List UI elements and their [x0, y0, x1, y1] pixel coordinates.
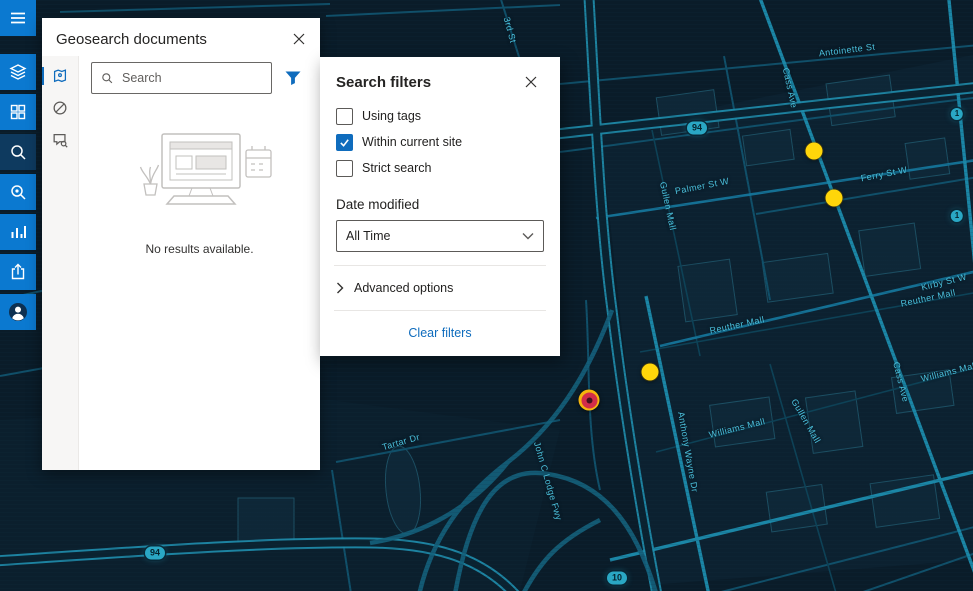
checkbox-strict-search[interactable]: Strict search [336, 155, 544, 181]
share-icon [8, 262, 28, 282]
checkbox-label: Using tags [362, 109, 421, 123]
user-avatar-icon [7, 301, 29, 323]
app-rail [0, 0, 36, 330]
rail-stack [0, 54, 36, 330]
search-field-wrap [91, 62, 272, 94]
apps-grid-button[interactable] [0, 94, 36, 130]
filter-funnel-icon [283, 68, 303, 88]
geosearch-body: No results available. [42, 56, 320, 470]
divider [334, 310, 546, 311]
close-icon [293, 33, 305, 45]
bar-chart-icon [8, 222, 28, 242]
checkmark-icon [339, 137, 350, 148]
checkbox-using-tags[interactable]: Using tags [336, 103, 544, 129]
geosearch-toolbar [42, 56, 79, 470]
date-modified-dropdown[interactable]: All Time [336, 220, 544, 252]
search-filters-panel: Search filters Using tags Within current… [320, 57, 560, 356]
filters-header: Search filters [336, 69, 544, 95]
filters-title: Search filters [336, 74, 431, 91]
clear-filters-button[interactable]: Clear filters [402, 324, 477, 342]
geosearch-icon [8, 182, 28, 202]
checkbox-box [336, 134, 353, 151]
apps-grid-icon [8, 102, 28, 122]
menu-icon [8, 8, 28, 28]
layers-icon [8, 62, 28, 82]
chevron-down-icon [522, 232, 534, 240]
panel-title: Geosearch documents [56, 31, 207, 48]
menu-button[interactable] [0, 0, 36, 36]
checkbox-label: Strict search [362, 161, 431, 175]
empty-state-illustration [124, 124, 276, 220]
profile-button[interactable] [0, 294, 36, 330]
search-tool-button[interactable] [0, 134, 36, 170]
dropdown-value: All Time [346, 229, 390, 243]
checkbox-box [336, 108, 353, 125]
map-marker-selected[interactable] [579, 390, 600, 411]
checkbox-within-current-site[interactable]: Within current site [336, 129, 544, 155]
map-marker[interactable] [826, 190, 843, 207]
advanced-options-label: Advanced options [354, 281, 453, 295]
comment-search-button[interactable] [42, 124, 78, 156]
advanced-options-toggle[interactable]: Advanced options [336, 279, 453, 297]
search-icon [8, 142, 28, 162]
empty-state-message: No results available. [145, 242, 253, 256]
empty-state: No results available. [91, 94, 308, 460]
app-window: 3rd StAntoinette StCass AvePalmer St WFe… [0, 0, 973, 591]
geosearch-main: No results available. [79, 56, 320, 470]
search-icon [100, 71, 114, 85]
map-results-icon [51, 67, 69, 85]
geosearch-tool-button[interactable] [0, 174, 36, 210]
divider [334, 265, 546, 266]
checkbox-label: Within current site [362, 135, 462, 149]
comment-search-icon [51, 131, 69, 149]
filter-button[interactable] [278, 63, 308, 93]
share-button[interactable] [0, 254, 36, 290]
close-icon [525, 76, 537, 88]
search-input[interactable] [120, 70, 263, 86]
layers-button[interactable] [0, 54, 36, 90]
map-results-button[interactable] [42, 60, 78, 92]
checkbox-box [336, 160, 353, 177]
map-marker[interactable] [806, 143, 823, 160]
chevron-right-icon [336, 282, 344, 294]
geosearch-panel: Geosearch documents [42, 18, 320, 470]
filters-close-button[interactable] [518, 69, 544, 95]
hide-results-button[interactable] [42, 92, 78, 124]
date-modified-label: Date modified [336, 197, 544, 212]
map-marker[interactable] [642, 364, 659, 381]
search-row [91, 62, 308, 94]
geosearch-header: Geosearch documents [42, 18, 320, 56]
analytics-button[interactable] [0, 214, 36, 250]
blocked-icon [51, 99, 69, 117]
close-button[interactable] [286, 26, 312, 52]
